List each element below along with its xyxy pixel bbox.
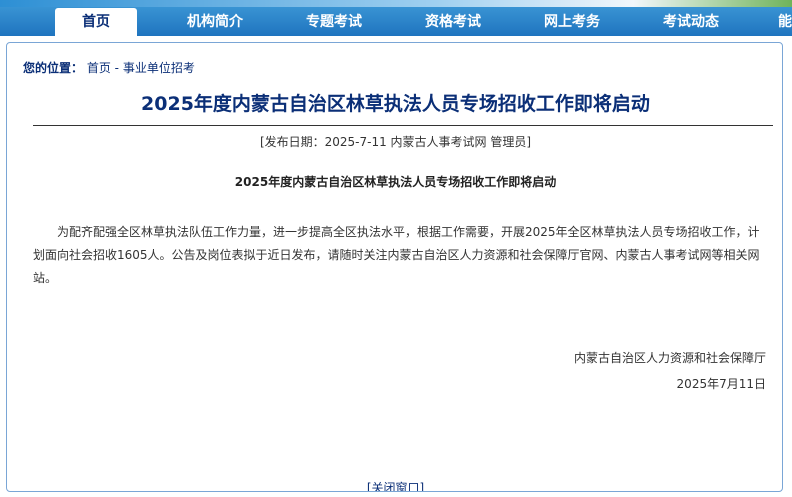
signature-date: 2025年7月11日 <box>676 377 766 391</box>
nav-item-about[interactable]: 机构简介 <box>174 8 256 36</box>
article-title: 2025年度内蒙古自治区林草执法人员专场招收工作即将启动 <box>141 93 650 115</box>
publish-info: [发布日期：2025-7-11 内蒙古人事考试网 管理员] <box>259 135 532 149</box>
article-container: 您的位置： 首页 - 事业单位招考 2025年度内蒙古自治区林草执法人员专场招收… <box>6 42 783 492</box>
close-window-link[interactable]: [关闭窗口] <box>367 481 424 491</box>
breadcrumb-prefix: 您的位置： <box>23 61 84 75</box>
signature-organization: 内蒙古自治区人力资源和社会保障厅 <box>573 351 766 365</box>
nav-item-special-exams[interactable]: 专题考试 <box>293 8 375 36</box>
top-nav-bar: 首页 机构简介 专题考试 资格考试 网上考务 考试动态 能 <box>0 0 792 36</box>
title-divider <box>33 125 773 126</box>
close-window: [关闭窗口] <box>7 479 782 491</box>
header-banner-strip <box>0 0 792 7</box>
breadcrumb-home-link[interactable]: 首页 <box>87 61 111 75</box>
nav-item-online-exam-affairs[interactable]: 网上考务 <box>531 8 613 36</box>
breadcrumb: 您的位置： 首页 - 事业单位招考 <box>23 59 195 76</box>
nav-item-home[interactable]: 首页 <box>55 8 137 36</box>
nav-item-truncated[interactable]: 能 <box>778 8 792 36</box>
breadcrumb-current-link[interactable]: 事业单位招考 <box>123 61 195 75</box>
breadcrumb-separator: - <box>110 61 123 75</box>
article-subtitle: 2025年度内蒙古自治区林草执法人员专场招收工作即将启动 <box>234 175 557 189</box>
nav-item-exam-news[interactable]: 考试动态 <box>650 8 732 36</box>
nav-item-qualification-exams[interactable]: 资格考试 <box>412 8 494 36</box>
article-body: 为配齐配强全区林草执法队伍工作力量，进一步提高全区执法水平，根据工作需要，开展2… <box>33 225 760 285</box>
